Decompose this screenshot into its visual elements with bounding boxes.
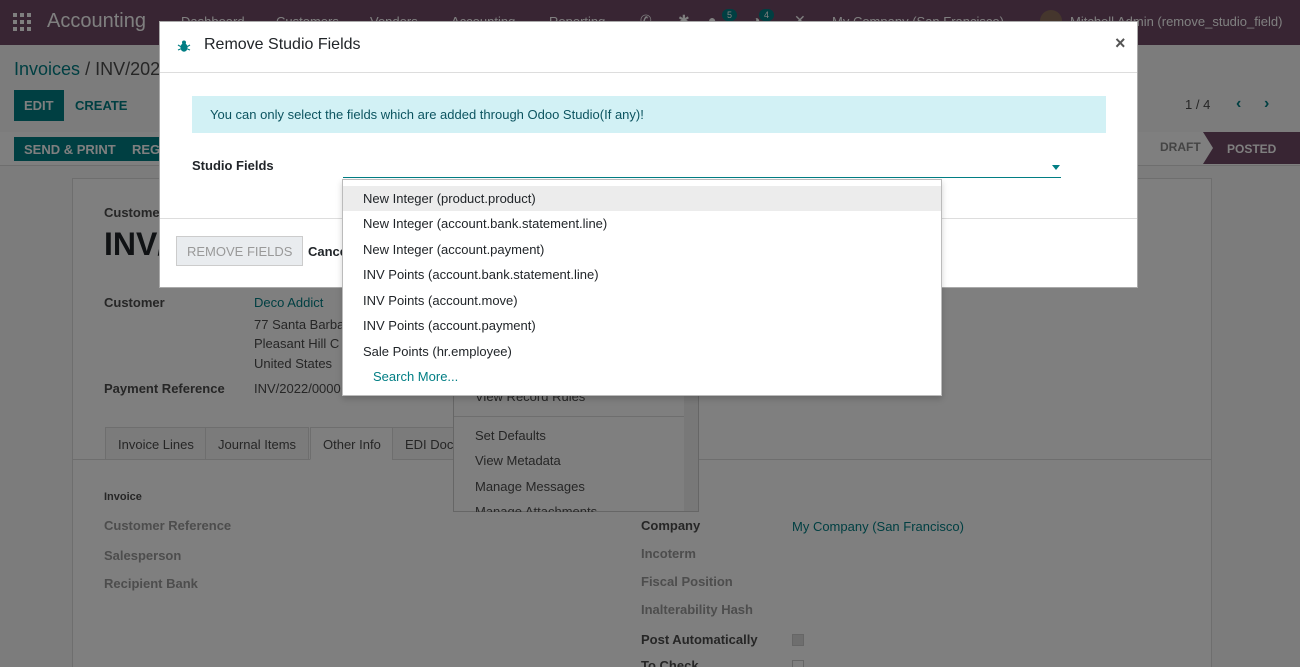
autocomplete-option[interactable]: Sale Points (hr.employee)	[343, 339, 941, 364]
autocomplete-option[interactable]: New Integer (account.payment)	[343, 237, 941, 262]
close-icon[interactable]: ×	[1115, 33, 1126, 54]
bug-icon	[177, 40, 191, 52]
autocomplete-option[interactable]: INV Points (account.bank.statement.line)	[343, 262, 941, 287]
autocomplete-option[interactable]: New Integer (account.bank.statement.line…	[343, 211, 941, 236]
studio-fields-autocomplete: New Integer (product.product) New Intege…	[342, 179, 942, 396]
search-more-link[interactable]: Search More...	[373, 369, 458, 384]
autocomplete-option[interactable]: INV Points (account.move)	[343, 288, 941, 313]
info-alert: You can only select the fields which are…	[192, 96, 1106, 133]
autocomplete-option[interactable]: New Integer (product.product)	[343, 186, 941, 211]
modal-title: Remove Studio Fields	[204, 36, 361, 53]
studio-fields-label: Studio Fields	[192, 158, 274, 173]
remove-fields-button[interactable]: REMOVE FIELDS	[176, 236, 304, 266]
modal-header: Remove Studio Fields ×	[160, 22, 1137, 73]
chevron-down-icon[interactable]	[1052, 165, 1060, 170]
studio-fields-input[interactable]	[343, 157, 1061, 178]
autocomplete-option[interactable]: INV Points (account.payment)	[343, 313, 941, 338]
